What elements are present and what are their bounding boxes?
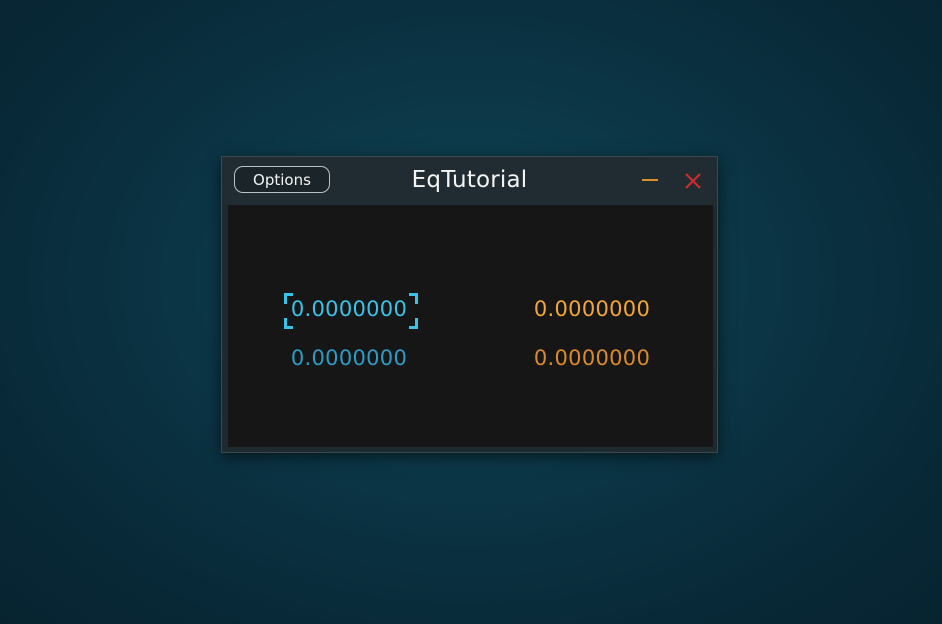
options-button[interactable]: Options — [234, 166, 330, 193]
minimize-icon — [642, 179, 658, 181]
close-icon — [685, 173, 701, 189]
value-field-right-top[interactable]: 0.0000000 — [512, 297, 672, 321]
value-field-left-top[interactable]: 0.0000000 — [269, 297, 429, 321]
app-window: Options EqTutorial 0.0000000 0.0000000 0… — [221, 156, 718, 453]
value-field-left-bottom[interactable]: 0.0000000 — [269, 346, 429, 370]
content-panel: 0.0000000 0.0000000 0.0000000 0.0000000 — [228, 205, 713, 447]
title-bar[interactable]: Options EqTutorial — [222, 157, 717, 205]
minimize-button[interactable] — [640, 171, 662, 191]
close-button[interactable] — [682, 170, 704, 192]
value-field-right-bottom[interactable]: 0.0000000 — [512, 346, 672, 370]
